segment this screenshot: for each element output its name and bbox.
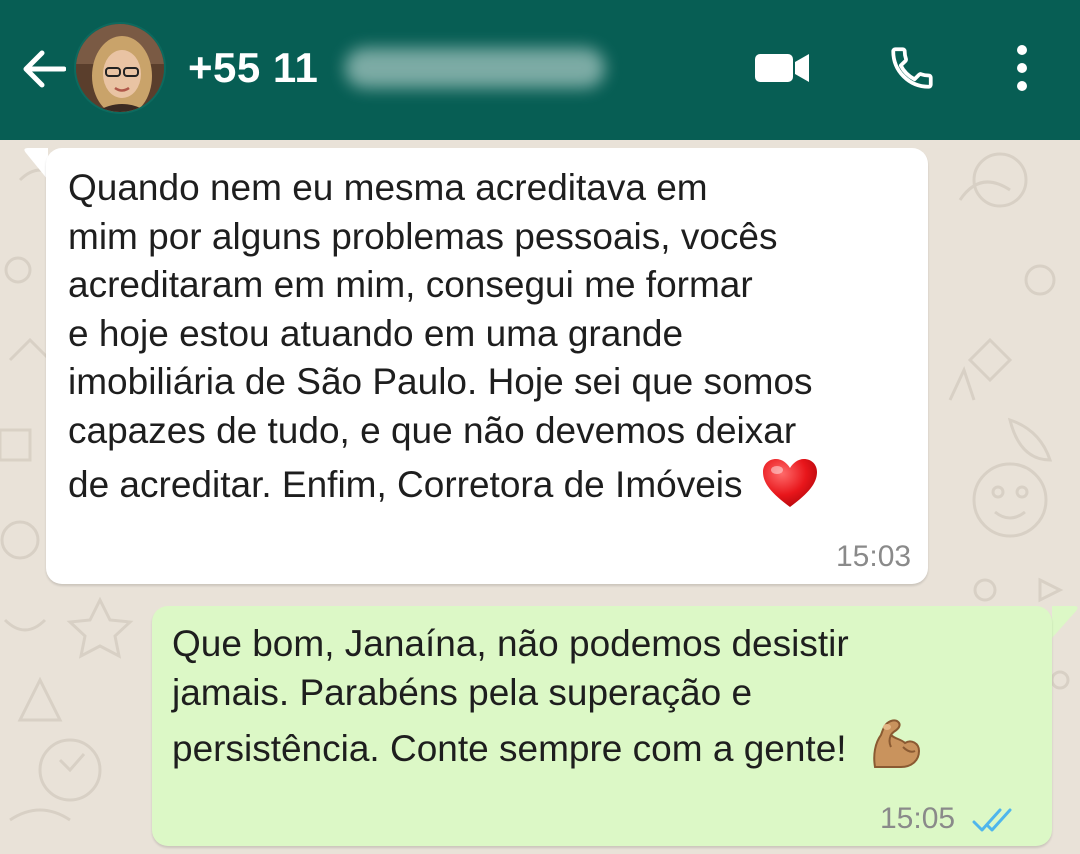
arrow-left-icon <box>23 50 66 88</box>
voice-call-button[interactable] <box>882 38 942 98</box>
message-line: acreditaram em mim, consegui me formar <box>68 264 753 305</box>
phone-icon <box>891 47 933 89</box>
message-line: jamais. Parabéns pela superação e <box>172 671 753 713</box>
outgoing-message-time: 15:05 <box>880 802 956 835</box>
contact-name[interactable]: +55 11 <box>188 44 318 92</box>
message-line: imobiliária de São Paulo. Hoje sei que s… <box>68 361 813 402</box>
back-button[interactable] <box>18 44 68 94</box>
blurred-phone-number <box>345 48 605 88</box>
vertical-dots-icon <box>1017 45 1027 91</box>
message-line: capazes de tudo, e que não devemos deixa… <box>68 409 797 451</box>
double-check-read-icon <box>972 808 1012 832</box>
flexed-biceps-icon <box>873 719 920 769</box>
incoming-message-text: Quando nem eu mesma acreditava em mim po… <box>68 164 918 510</box>
message-line: persistência. Conte sempre com a gente! <box>172 728 847 769</box>
chat-header: +55 11 <box>0 0 1080 140</box>
contact-avatar[interactable] <box>74 22 166 114</box>
message-line: de acreditar. Enfim, Corretora de Imóvei… <box>68 464 743 505</box>
message-line: Quando nem eu mesma acreditava em <box>68 167 708 208</box>
message-line: e hoje estou atuando em uma grande <box>68 312 684 354</box>
message-line: Que bom, Janaína, não podemos desistir <box>172 623 849 664</box>
message-line-with-emoji: de acreditar. Enfim, Corretora de Imóvei… <box>68 459 918 510</box>
message-line: mim por alguns problemas pessoais, vocês <box>68 215 778 257</box>
outgoing-message-text: Que bom, Janaína, não podemos desistir j… <box>172 620 1032 774</box>
red-heart-icon <box>762 459 817 508</box>
video-camera-icon <box>755 54 809 82</box>
incoming-message-time: 15:03 <box>836 540 912 573</box>
overflow-menu-button[interactable] <box>992 38 1052 98</box>
avatar-photo <box>76 24 164 112</box>
video-call-button[interactable] <box>752 38 812 98</box>
message-line-with-emoji: persistência. Conte sempre com a gente! <box>172 719 1032 774</box>
